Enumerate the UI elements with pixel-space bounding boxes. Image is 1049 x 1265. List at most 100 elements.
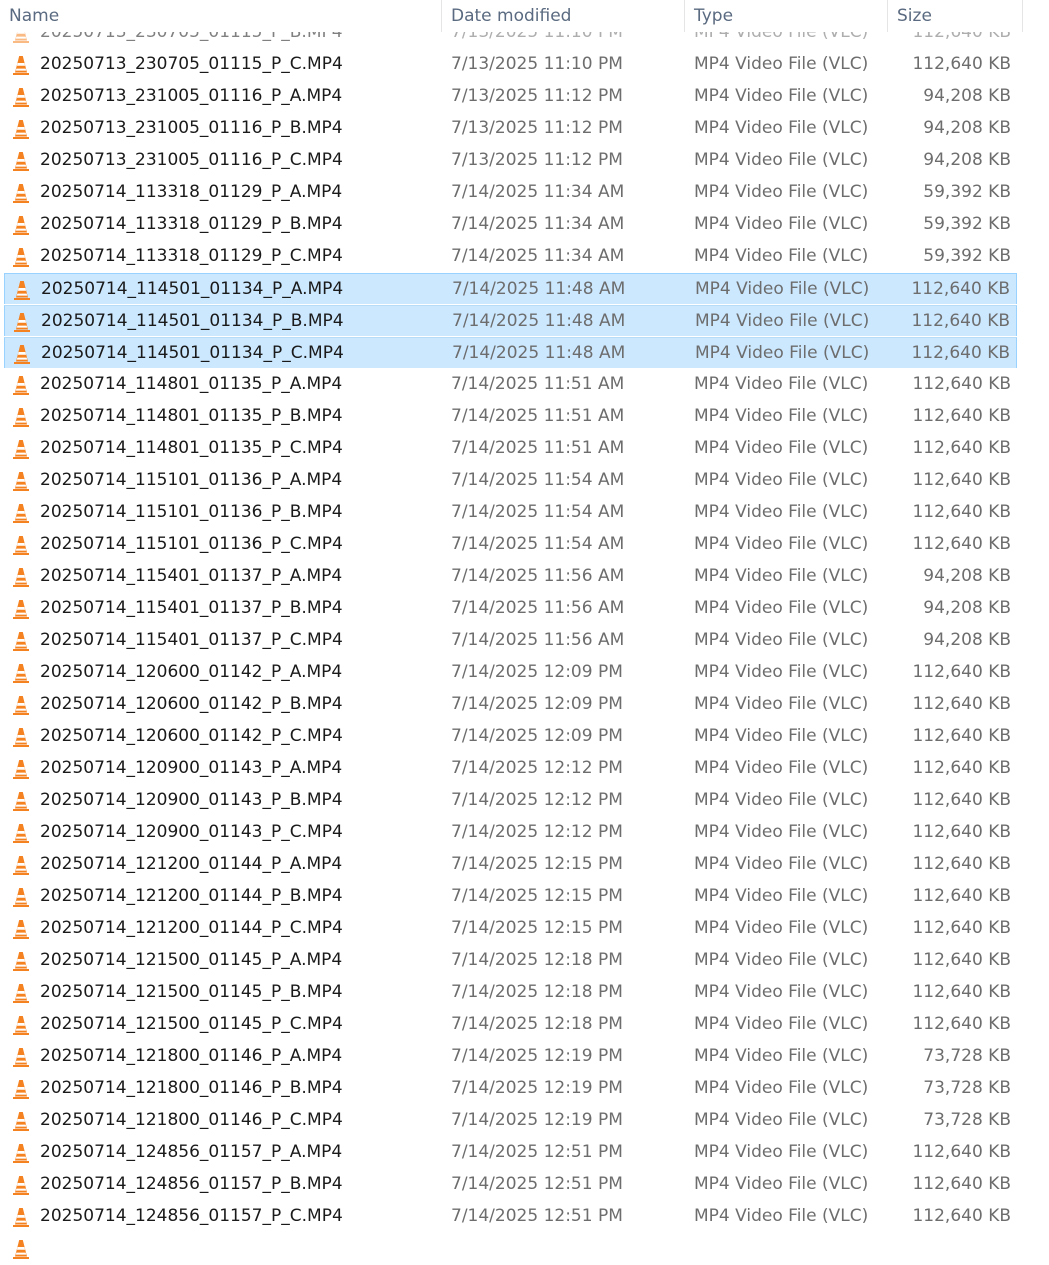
file-type: MP4 Video File (VLC) — [694, 982, 869, 1002]
file-type: MP4 Video File (VLC) — [694, 662, 869, 682]
column-header-size[interactable]: Size — [888, 0, 1023, 32]
file-size: 112,640 KB — [912, 1014, 1011, 1034]
file-type: MP4 Video File (VLC) — [695, 343, 870, 363]
file-row[interactable]: 20250713_231005_01116_P_B.MP4 7/13/2025 1… — [4, 113, 1017, 144]
vlc-cone-icon — [11, 438, 31, 460]
file-type: MP4 Video File (VLC) — [694, 182, 869, 202]
vlc-cone-icon — [11, 1014, 31, 1036]
column-header-type[interactable]: Type — [685, 0, 888, 32]
file-name: 20250714_115401_01137_P_B.MP4 — [40, 598, 343, 618]
file-row[interactable]: 20250714_120600_01142_P_B.MP4 7/14/2025 1… — [4, 689, 1017, 720]
file-row[interactable]: 20250714_115401_01137_P_B.MP4 7/14/2025 1… — [4, 593, 1017, 624]
file-row[interactable]: 20250714_115101_01136_P_C.MP4 7/14/2025 1… — [4, 529, 1017, 560]
file-row[interactable]: 20250714_124856_01157_P_C.MP4 7/14/2025 1… — [4, 1201, 1017, 1232]
vlc-cone-icon — [11, 1174, 31, 1196]
file-type: MP4 Video File (VLC) — [694, 1014, 869, 1034]
file-row[interactable]: 20250714_121500_01145_P_C.MP4 7/14/2025 1… — [4, 1009, 1017, 1040]
file-size: 112,640 KB — [911, 311, 1010, 331]
file-row[interactable]: 20250714_114801_01135_P_A.MP4 7/14/2025 1… — [4, 369, 1017, 400]
file-name: 20250714_120900_01143_P_C.MP4 — [40, 822, 343, 842]
vlc-cone-icon — [11, 758, 31, 780]
file-row[interactable]: 20250714_121800_01146_P_C.MP4 7/14/2025 1… — [4, 1105, 1017, 1136]
file-type: MP4 Video File (VLC) — [694, 1078, 869, 1098]
file-row[interactable]: 20250714_113318_01129_P_A.MP4 7/14/2025 1… — [4, 177, 1017, 208]
file-name: 20250714_121800_01146_P_B.MP4 — [40, 1078, 343, 1098]
file-type: MP4 Video File (VLC) — [694, 86, 869, 106]
file-row[interactable]: 20250714_115101_01136_P_B.MP4 7/14/2025 1… — [4, 497, 1017, 528]
file-size: 112,640 KB — [912, 374, 1011, 394]
file-row[interactable]: 20250714_113318_01129_P_B.MP4 7/14/2025 1… — [4, 209, 1017, 240]
file-date-modified: 7/13/2025 11:12 PM — [451, 118, 623, 138]
file-size: 94,208 KB — [923, 630, 1011, 650]
file-row[interactable]: 20250714_120600_01142_P_A.MP4 7/14/2025 1… — [4, 657, 1017, 688]
vlc-cone-icon — [11, 470, 31, 492]
vlc-cone-icon — [11, 534, 31, 556]
file-row[interactable]: 20250713_231005_01116_P_C.MP4 7/13/2025 1… — [4, 145, 1017, 176]
file-row[interactable]: 20250714_120900_01143_P_C.MP4 7/14/2025 1… — [4, 817, 1017, 848]
file-name: 20250714_121200_01144_P_A.MP4 — [40, 854, 343, 874]
column-header-name[interactable]: Name — [0, 0, 442, 32]
file-date-modified: 7/14/2025 11:51 AM — [451, 438, 625, 458]
vlc-cone-icon — [11, 822, 31, 844]
file-name: 20250714_115101_01136_P_A.MP4 — [40, 470, 343, 490]
file-date-modified: 7/14/2025 11:48 AM — [452, 311, 626, 331]
file-type: MP4 Video File (VLC) — [694, 1110, 869, 1130]
file-name: 20250714_124856_01157_P_A.MP4 — [40, 1142, 343, 1162]
file-row[interactable]: 20250714_114501_01134_P_C.MP4 7/14/2025 1… — [4, 337, 1017, 368]
file-name: 20250713_230705_01115_P_C.MP4 — [40, 54, 343, 74]
file-size: 112,640 KB — [912, 1142, 1011, 1162]
file-row[interactable]: 20250714_114801_01135_P_B.MP4 7/14/2025 1… — [4, 401, 1017, 432]
file-size: 94,208 KB — [923, 598, 1011, 618]
file-name: 20250714_120600_01142_P_C.MP4 — [40, 726, 343, 746]
file-date-modified: 7/13/2025 11:12 PM — [451, 150, 623, 170]
file-type: MP4 Video File (VLC) — [694, 150, 869, 170]
file-name: 20250714_114501_01134_P_B.MP4 — [41, 311, 344, 331]
file-size: 112,640 KB — [912, 918, 1011, 938]
file-size: 112,640 KB — [912, 886, 1011, 906]
file-size: 112,640 KB — [911, 343, 1010, 363]
file-date-modified: 7/14/2025 11:48 AM — [452, 279, 626, 299]
file-row[interactable]: 20250714_114801_01135_P_C.MP4 7/14/2025 1… — [4, 433, 1017, 464]
file-row[interactable]: 20250714_115401_01137_P_C.MP4 7/14/2025 1… — [4, 625, 1017, 656]
file-date-modified: 7/14/2025 11:34 AM — [451, 214, 625, 234]
file-type: MP4 Video File (VLC) — [694, 246, 869, 266]
file-row[interactable]: 20250714_121200_01144_P_C.MP4 7/14/2025 1… — [4, 913, 1017, 944]
file-type: MP4 Video File (VLC) — [694, 214, 869, 234]
file-date-modified: 7/14/2025 11:56 AM — [451, 630, 625, 650]
file-name: 20250714_121800_01146_P_C.MP4 — [40, 1110, 343, 1130]
file-row[interactable]: 20250714_120900_01143_P_B.MP4 7/14/2025 1… — [4, 785, 1017, 816]
vlc-cone-icon — [12, 279, 32, 301]
file-row[interactable]: 20250714_124856_01157_P_B.MP4 7/14/2025 1… — [4, 1169, 1017, 1200]
file-date-modified: 7/14/2025 12:18 PM — [451, 950, 623, 970]
file-size: 94,208 KB — [923, 150, 1011, 170]
file-row[interactable]: 20250714_121800_01146_P_B.MP4 7/14/2025 1… — [4, 1073, 1017, 1104]
file-row[interactable]: 20250714_121500_01145_P_B.MP4 7/14/2025 1… — [4, 977, 1017, 1008]
column-divider[interactable] — [1022, 0, 1023, 32]
file-row[interactable]: 20250713_230705_01115_P_C.MP4 7/13/2025 1… — [4, 49, 1017, 80]
file-type: MP4 Video File (VLC) — [694, 790, 869, 810]
column-header-date[interactable]: Date modified — [442, 0, 685, 32]
file-type: MP4 Video File (VLC) — [694, 1206, 869, 1226]
file-row[interactable]: 20250714_121500_01145_P_A.MP4 7/14/2025 1… — [4, 945, 1017, 976]
file-row[interactable]: 20250714_120600_01142_P_C.MP4 7/14/2025 1… — [4, 721, 1017, 752]
file-row[interactable]: 20250714_120900_01143_P_A.MP4 7/14/2025 1… — [4, 753, 1017, 784]
vlc-cone-icon — [11, 982, 31, 1004]
file-name: 20250714_115401_01137_P_C.MP4 — [40, 630, 343, 650]
column-header: Name Date modified Type Size — [0, 0, 1049, 32]
file-row[interactable]: 20250714_115401_01137_P_A.MP4 7/14/2025 1… — [4, 561, 1017, 592]
file-row[interactable]: 20250714_121200_01144_P_B.MP4 7/14/2025 1… — [4, 881, 1017, 912]
file-size: 112,640 KB — [912, 854, 1011, 874]
column-header-name-label: Name — [9, 6, 60, 26]
file-size: 112,640 KB — [912, 758, 1011, 778]
file-size: 112,640 KB — [912, 470, 1011, 490]
vlc-cone-icon — [11, 54, 31, 76]
file-row[interactable]: 20250714_114501_01134_P_A.MP4 7/14/2025 1… — [4, 273, 1017, 304]
file-row[interactable]: 20250714_121800_01146_P_A.MP4 7/14/2025 1… — [4, 1041, 1017, 1072]
vlc-cone-icon — [11, 886, 31, 908]
file-row[interactable]: 20250714_121200_01144_P_A.MP4 7/14/2025 1… — [4, 849, 1017, 880]
file-row[interactable]: 20250714_124856_01157_P_A.MP4 7/14/2025 1… — [4, 1137, 1017, 1168]
file-row[interactable]: 20250714_115101_01136_P_A.MP4 7/14/2025 1… — [4, 465, 1017, 496]
file-row[interactable]: 20250713_231005_01116_P_A.MP4 7/13/2025 1… — [4, 81, 1017, 112]
file-row[interactable]: 20250714_114501_01134_P_B.MP4 7/14/2025 1… — [4, 305, 1017, 336]
file-row[interactable]: 20250714_113318_01129_P_C.MP4 7/14/2025 1… — [4, 241, 1017, 272]
